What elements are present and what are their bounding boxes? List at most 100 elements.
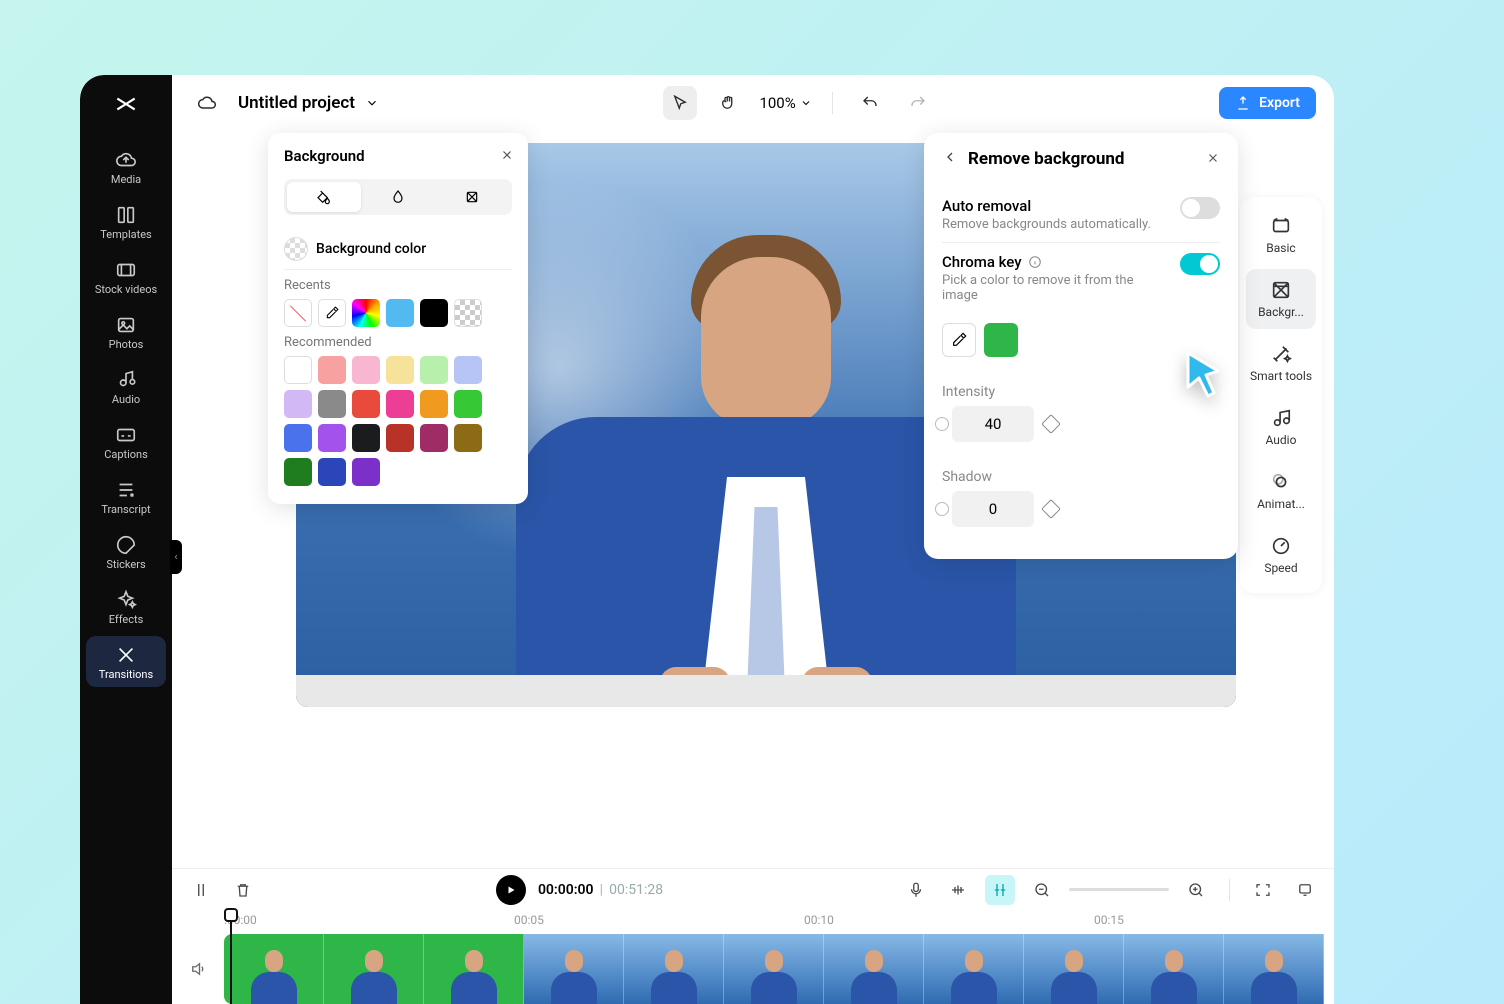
swatch-recommended[interactable] bbox=[420, 424, 448, 452]
clip-thumbnail[interactable] bbox=[324, 934, 424, 1004]
right-tool-smart-tools[interactable]: Smart tools bbox=[1246, 333, 1316, 393]
swatch-recommended[interactable] bbox=[454, 424, 482, 452]
swatch-recommended[interactable] bbox=[318, 424, 346, 452]
right-tool-background[interactable]: Backgr... bbox=[1246, 269, 1316, 329]
clip-thumbnail[interactable] bbox=[424, 934, 524, 1004]
crop-button[interactable] bbox=[943, 875, 973, 905]
clip-thumbnail[interactable] bbox=[924, 934, 1024, 1004]
intensity-keyframe-button[interactable] bbox=[1041, 414, 1061, 434]
timeline-clips[interactable] bbox=[224, 934, 1324, 1004]
background-color-row[interactable]: Background color bbox=[284, 229, 512, 270]
export-button[interactable]: Export bbox=[1219, 87, 1316, 119]
cloud-sync-icon[interactable] bbox=[190, 86, 224, 120]
swatch-recommended[interactable] bbox=[284, 424, 312, 452]
right-tool-animation[interactable]: Animat... bbox=[1246, 461, 1316, 521]
zoom-dropdown[interactable]: 100% bbox=[759, 94, 811, 112]
swatch-recommended[interactable] bbox=[318, 356, 346, 384]
swatch-recommended[interactable] bbox=[352, 458, 380, 486]
right-tool-basic[interactable]: Basic bbox=[1246, 205, 1316, 265]
sidebar-item-photos[interactable]: Photos bbox=[86, 306, 166, 357]
timeline-ruler[interactable]: :00:0000:0500:1000:15 bbox=[224, 910, 1334, 934]
sidebar-item-media[interactable]: Media bbox=[86, 141, 166, 192]
intensity-value[interactable]: 40 bbox=[952, 406, 1034, 442]
stock-videos-icon bbox=[115, 259, 137, 281]
snap-button[interactable] bbox=[985, 875, 1015, 905]
swatch-recommended[interactable] bbox=[352, 390, 380, 418]
swatch-recommended[interactable] bbox=[284, 356, 312, 384]
clip-thumbnail[interactable] bbox=[524, 934, 624, 1004]
swatch-none[interactable] bbox=[284, 299, 312, 327]
hand-tool-button[interactable] bbox=[711, 86, 745, 120]
play-button[interactable] bbox=[496, 875, 526, 905]
delete-button[interactable] bbox=[228, 875, 258, 905]
swatch-color-picker[interactable] bbox=[352, 299, 380, 327]
swatch-recommended[interactable] bbox=[420, 390, 448, 418]
bg-tab-fill[interactable] bbox=[287, 182, 361, 212]
swatch-recommended[interactable] bbox=[454, 390, 482, 418]
right-tool-speed[interactable]: Speed bbox=[1246, 525, 1316, 585]
sidebar-item-effects[interactable]: Effects bbox=[86, 581, 166, 632]
zoom-in-button[interactable] bbox=[1181, 875, 1211, 905]
swatch-recommended[interactable] bbox=[420, 356, 448, 384]
recommended-swatches bbox=[284, 356, 512, 486]
chroma-eyedropper-button[interactable] bbox=[942, 323, 976, 357]
playhead[interactable] bbox=[224, 908, 238, 922]
captions-icon bbox=[115, 424, 137, 446]
clip-thumbnail[interactable] bbox=[1124, 934, 1224, 1004]
project-title[interactable]: Untitled project bbox=[238, 93, 379, 113]
swatch-recommended[interactable] bbox=[454, 356, 482, 384]
left-sidebar: Media Templates Stock videos Photos Audi… bbox=[80, 75, 172, 1004]
chroma-color-chip[interactable] bbox=[984, 323, 1018, 357]
swatch-recommended[interactable] bbox=[386, 424, 414, 452]
swatch-eyedropper[interactable] bbox=[318, 299, 346, 327]
bg-tab-blur[interactable] bbox=[361, 182, 435, 212]
sidebar-item-audio[interactable]: Audio bbox=[86, 361, 166, 412]
clip-thumbnail[interactable] bbox=[1224, 934, 1324, 1004]
back-button[interactable] bbox=[942, 149, 958, 169]
info-icon[interactable] bbox=[1028, 255, 1042, 269]
clip-thumbnail[interactable] bbox=[624, 934, 724, 1004]
clip-thumbnail[interactable] bbox=[724, 934, 824, 1004]
fit-button[interactable] bbox=[1248, 875, 1278, 905]
clip-thumbnail[interactable] bbox=[824, 934, 924, 1004]
undo-button[interactable] bbox=[853, 86, 887, 120]
sidebar-item-templates[interactable]: Templates bbox=[86, 196, 166, 247]
preview-mode-button[interactable] bbox=[1290, 875, 1320, 905]
swatch-recommended[interactable] bbox=[386, 356, 414, 384]
track-mute-button[interactable] bbox=[172, 960, 224, 978]
shadow-keyframe-button[interactable] bbox=[1041, 499, 1061, 519]
chroma-key-toggle[interactable] bbox=[1180, 253, 1220, 275]
swatch-recent-black[interactable] bbox=[420, 299, 448, 327]
swatch-recommended[interactable] bbox=[352, 424, 380, 452]
swatch-recommended[interactable] bbox=[284, 390, 312, 418]
auto-removal-toggle[interactable] bbox=[1180, 197, 1220, 219]
shadow-value[interactable]: 0 bbox=[952, 491, 1034, 527]
redo-button[interactable] bbox=[901, 86, 935, 120]
bg-tab-image[interactable] bbox=[435, 182, 509, 212]
close-remove-panel-button[interactable] bbox=[1206, 150, 1220, 169]
right-tool-audio[interactable]: Audio bbox=[1246, 397, 1316, 457]
swatch-recommended[interactable] bbox=[318, 458, 346, 486]
clip-thumbnail[interactable] bbox=[224, 934, 324, 1004]
sidebar-item-stickers[interactable]: Stickers bbox=[86, 526, 166, 577]
pointer-tool-button[interactable] bbox=[663, 86, 697, 120]
zoom-out-button[interactable] bbox=[1027, 875, 1057, 905]
swatch-recommended[interactable] bbox=[318, 390, 346, 418]
sidebar-item-captions[interactable]: Captions bbox=[86, 416, 166, 467]
swatch-recent-blue[interactable] bbox=[386, 299, 414, 327]
close-background-panel-button[interactable] bbox=[500, 147, 514, 166]
mic-button[interactable] bbox=[901, 875, 931, 905]
sidebar-item-transitions[interactable]: Transitions bbox=[86, 636, 166, 687]
sidebar-item-transcript[interactable]: Transcript bbox=[86, 471, 166, 522]
split-button[interactable] bbox=[186, 875, 216, 905]
chevron-down-icon bbox=[365, 96, 379, 110]
clip-thumbnail[interactable] bbox=[1024, 934, 1124, 1004]
timeline-zoom-slider[interactable] bbox=[1069, 888, 1169, 891]
swatch-recommended[interactable] bbox=[352, 356, 380, 384]
swatch-recent-transparent[interactable] bbox=[454, 299, 482, 327]
app-logo-icon bbox=[113, 91, 139, 121]
timeline-toolbar: 00:00:00|00:51:28 bbox=[172, 868, 1334, 910]
swatch-recommended[interactable] bbox=[284, 458, 312, 486]
sidebar-item-stock-videos[interactable]: Stock videos bbox=[86, 251, 166, 302]
swatch-recommended[interactable] bbox=[386, 390, 414, 418]
